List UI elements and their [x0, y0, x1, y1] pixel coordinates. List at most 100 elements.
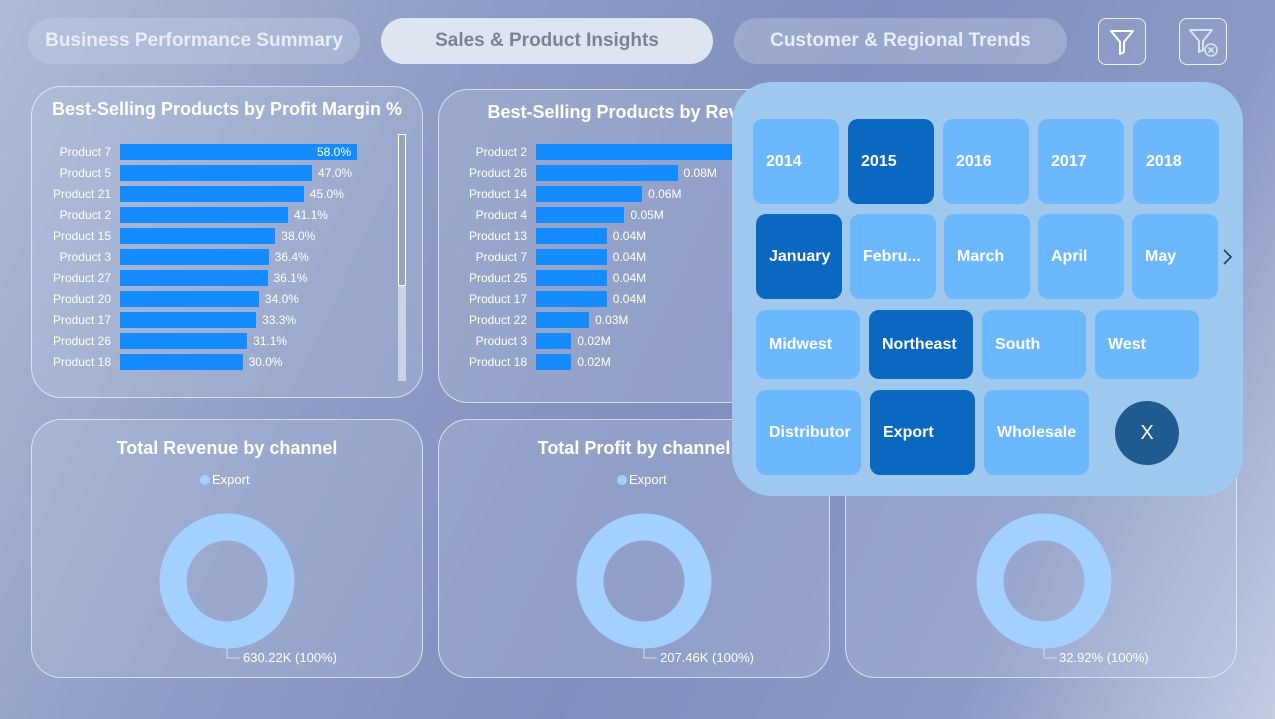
revenue-donut-legend: Export	[200, 472, 250, 487]
bar[interactable]	[120, 333, 248, 349]
bar-category-label: Product 26	[52, 334, 111, 348]
slicer-months-chip[interactable]: March	[944, 214, 1030, 299]
bar-value-label: 0.04M	[612, 271, 647, 285]
filter-button[interactable]	[1098, 18, 1146, 65]
bar-value-label: 58.0%	[317, 145, 352, 159]
bar-category-label: Product 18	[52, 355, 111, 369]
slicer-channels-chip[interactable]: Wholesale	[984, 390, 1089, 475]
bar-category-label: Product 17	[468, 292, 527, 306]
bar-category-label: Product 17	[52, 313, 111, 327]
bar-category-label: Product 2	[475, 145, 527, 159]
slicer-months-chip[interactable]: Febru...	[850, 214, 936, 299]
bar[interactable]	[120, 186, 304, 202]
profit-margin-scroll-thumb[interactable]	[398, 134, 406, 286]
bar-value-label: 36.4%	[274, 250, 309, 264]
bar-value-label: 0.02M	[577, 355, 611, 369]
bar[interactable]	[120, 165, 313, 181]
bar-value-label: 0.06M	[648, 187, 682, 201]
slicer-years-chip[interactable]: 2018	[1133, 119, 1219, 204]
bar-category-label: Product 2	[59, 208, 111, 222]
chevron-right-icon[interactable]	[1220, 248, 1234, 266]
bar-value-label: 30.0%	[248, 355, 283, 369]
bar-value-label: 0.04M	[612, 229, 647, 243]
bar[interactable]	[120, 249, 269, 265]
bar-value-label: 0.02M	[577, 334, 611, 348]
bar-category-label: Product 3	[59, 250, 111, 264]
tab-sales-product-insights[interactable]: Sales & Product Insights	[381, 18, 713, 64]
bar-category-label: Product 14	[468, 187, 527, 201]
bar-value-label: 36.1%	[273, 271, 308, 285]
revenue-donut-title: Total Revenue by channel	[116, 438, 338, 458]
bar-value-label: 34.0%	[264, 292, 299, 306]
donut-ring	[576, 513, 712, 649]
bar[interactable]	[536, 228, 607, 244]
bar[interactable]	[120, 291, 259, 307]
slicer-months-chip[interactable]: April	[1038, 214, 1124, 299]
profit-margin-chart-title: Best-Selling Products by Profit Margin %	[51, 99, 403, 119]
bar-value-label: 31.1%	[253, 334, 288, 348]
revenue-donut-data-label: 630.22K (100%)	[243, 650, 337, 665]
bar[interactable]	[120, 312, 257, 328]
clear-filter-icon	[1189, 28, 1218, 57]
bar[interactable]	[536, 207, 625, 223]
bar-value-label: 0.05M	[630, 208, 664, 222]
bar-category-label: Product 22	[468, 313, 527, 327]
tab-business-performance-summary[interactable]: Business Performance Summary	[28, 18, 360, 64]
bar-value-label: 0.04M	[612, 292, 647, 306]
bar-category-label: Product 4	[475, 208, 527, 222]
bar-value-label: 0.08M	[683, 166, 717, 180]
slicer-years-chip[interactable]: 2016	[943, 119, 1029, 204]
slicer-years-chip[interactable]: 2017	[1038, 119, 1124, 204]
bar[interactable]	[120, 228, 276, 244]
bar-category-label: Product 3	[475, 334, 527, 348]
bar-category-label: Product 20	[52, 292, 111, 306]
bar-value-label: 0.03M	[595, 313, 629, 327]
bar-value-label: 33.3%	[262, 313, 297, 327]
filter-icon	[1110, 29, 1134, 55]
slicer-regions-chip[interactable]: Northeast	[869, 310, 973, 379]
clear-filter-button[interactable]	[1179, 18, 1227, 65]
bar[interactable]	[536, 291, 607, 307]
bar-category-label: Product 7	[475, 250, 527, 264]
bar[interactable]	[536, 354, 572, 370]
bar[interactable]	[536, 165, 678, 181]
bar[interactable]	[536, 312, 590, 328]
bar-category-label: Product 7	[59, 145, 111, 159]
slicer-regions-chip[interactable]: Midwest	[756, 310, 860, 379]
slicer-channels-chip[interactable]: Export	[870, 390, 975, 475]
slicer-regions-chip[interactable]: South	[982, 310, 1086, 379]
bar-category-label: Product 21	[52, 187, 111, 201]
bar-value-label: 47.0%	[318, 166, 353, 180]
legend-label: Export	[629, 472, 667, 487]
slicer-years-chip[interactable]: 2015	[848, 119, 934, 204]
bar-category-label: Product 13	[468, 229, 527, 243]
bar[interactable]	[120, 207, 288, 223]
slicer-months-chip[interactable]: January	[756, 214, 842, 299]
close-slicer-button[interactable]: X	[1115, 401, 1179, 465]
filter-slicer-panel: 2014 2015 2016 2017 2018 January Febru... Marc…	[732, 82, 1243, 496]
slicer-regions-chip[interactable]: West	[1095, 310, 1199, 379]
slicer-months-chip[interactable]: May	[1132, 214, 1218, 299]
legend-label: Export	[212, 472, 250, 487]
bar-category-label: Product 5	[59, 166, 111, 180]
bar-category-label: Product 25	[468, 271, 527, 285]
tab-customer-regional-trends[interactable]: Customer & Regional Trends	[734, 18, 1067, 64]
bar[interactable]	[536, 333, 572, 349]
third-donut-data-label: 32.92% (100%)	[1059, 650, 1149, 665]
profit-donut-legend: Export	[617, 472, 667, 487]
bar[interactable]	[120, 354, 243, 370]
revenue-donut-card: Total Revenue by channel Export 630.22K …	[31, 419, 423, 678]
bar[interactable]	[536, 249, 607, 265]
slicer-channels-chip[interactable]: Distributor	[756, 390, 861, 475]
bar[interactable]	[120, 270, 268, 286]
bar-category-label: Product 18	[468, 355, 527, 369]
bar-value-label: 45.0%	[309, 187, 344, 201]
donut-ring	[159, 513, 295, 649]
bar-category-label: Product 15	[52, 229, 111, 243]
slicer-years-chip[interactable]: 2014	[753, 119, 839, 204]
bar[interactable]	[536, 270, 607, 286]
third-donut-chart	[976, 513, 1112, 659]
profit-margin-scrollbar[interactable]	[398, 134, 406, 381]
profit-margin-card: Best-Selling Products by Profit Margin %…	[31, 86, 423, 398]
bar[interactable]	[536, 186, 643, 202]
